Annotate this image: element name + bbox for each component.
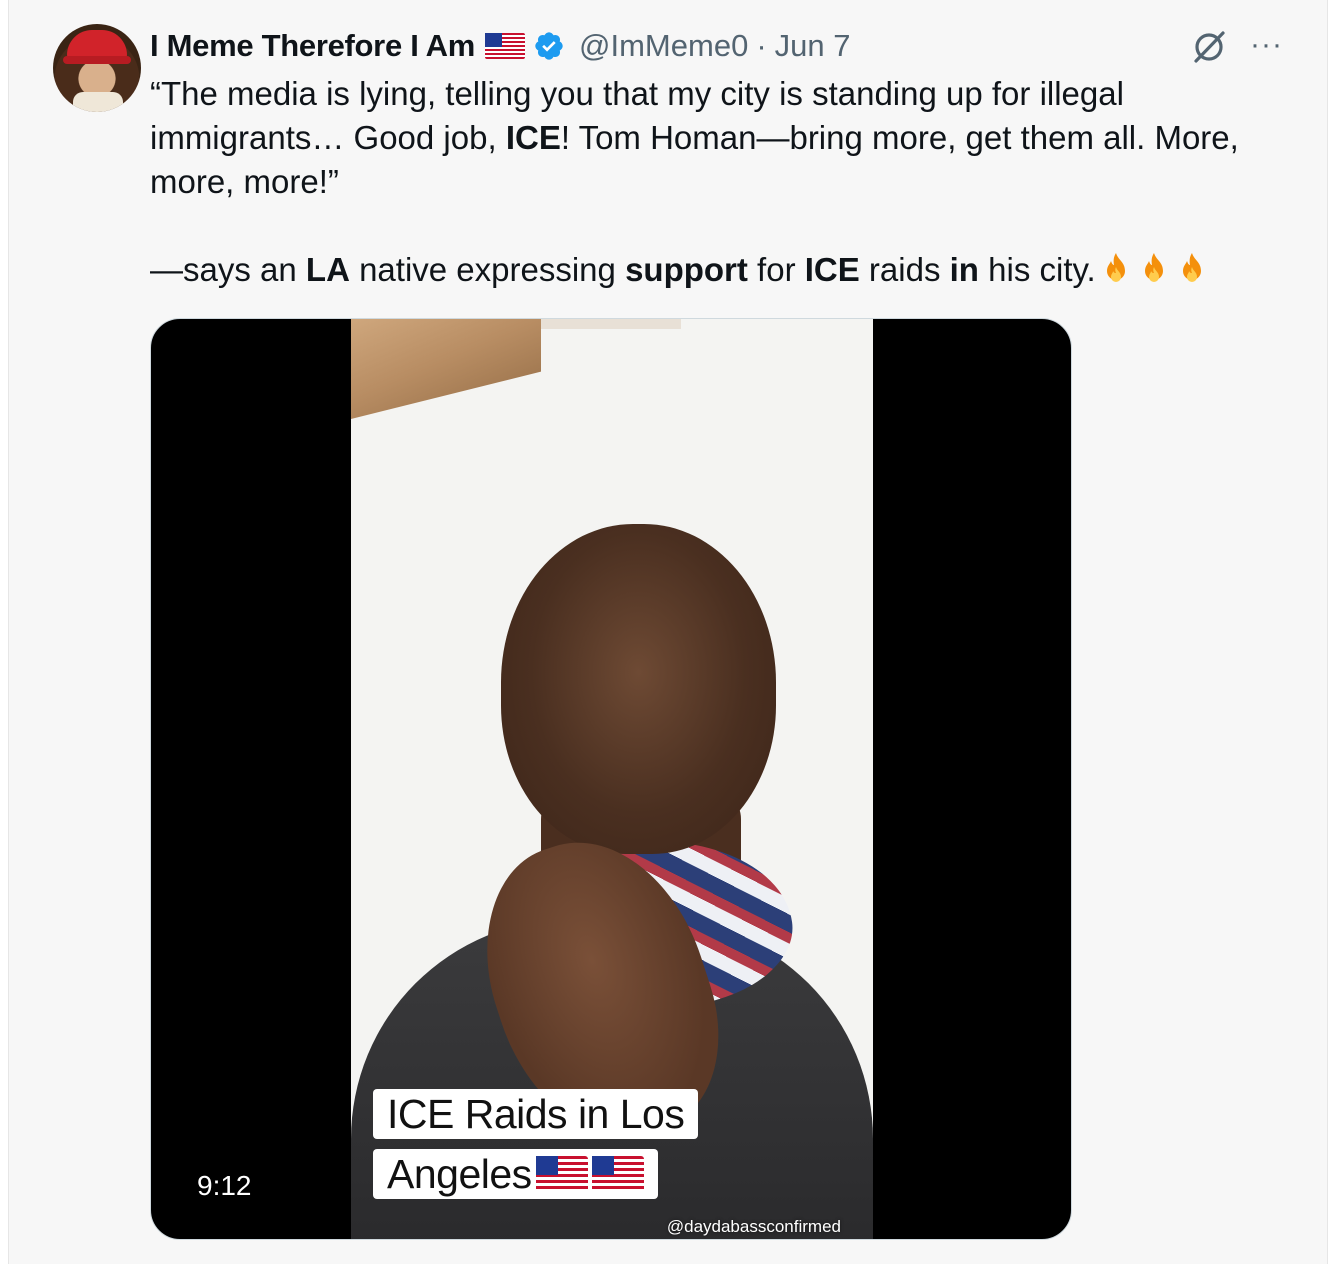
tweet-text: “The media is lying, telling you that my… — [150, 72, 1290, 292]
caption-line-2-text: Angeles — [387, 1151, 532, 1197]
bold-in: in — [949, 251, 979, 288]
fire-emoji-icon — [1182, 253, 1201, 282]
video-caption: ICE Raids in Los Angeles — [373, 1084, 718, 1204]
background-box — [351, 319, 541, 419]
attribution-paragraph: —says an LA native expressing support fo… — [150, 248, 1290, 292]
us-flag-icon — [535, 1156, 588, 1192]
video-player[interactable]: ICE Raids in Los Angeles @daydabassconfi… — [150, 318, 1072, 1240]
video-duration-badge: 9:12 — [179, 1166, 270, 1206]
tweet-header: I Meme Therefore I Am @ImMeme0 · Jun 7 — [150, 26, 850, 66]
author-handle[interactable]: @ImMeme0 — [579, 28, 748, 64]
avatar-hat-brim — [63, 56, 131, 64]
person-head — [501, 524, 776, 854]
video-watermark: @daydabassconfirmed — [666, 1217, 841, 1236]
bold-ice-2: ICE — [804, 251, 860, 288]
author-name[interactable]: I Meme Therefore I Am — [150, 28, 475, 64]
more-options-icon[interactable]: ··· — [1250, 30, 1286, 60]
avatar-collar — [73, 92, 123, 112]
quote-paragraph: “The media is lying, telling you that my… — [150, 72, 1290, 204]
bold-support: support — [625, 251, 748, 288]
caption-line-1: ICE Raids in Los — [373, 1089, 699, 1139]
video-frame: ICE Raids in Los Angeles @daydabassconfi… — [351, 319, 873, 1239]
attribution-native: native expressing — [349, 251, 626, 288]
us-flag-icon — [591, 1156, 644, 1192]
us-flag-icon — [485, 33, 526, 59]
bold-la: LA — [305, 251, 350, 288]
attribution-end: his city. — [978, 251, 1096, 288]
tweet-date[interactable]: Jun 7 — [775, 28, 851, 64]
fire-emoji-icon — [1106, 253, 1125, 282]
attribution-for: for — [747, 251, 805, 288]
grok-icon[interactable] — [1190, 28, 1228, 66]
verified-badge-icon[interactable] — [533, 30, 565, 62]
author-avatar[interactable] — [53, 24, 141, 112]
fire-emoji-icon — [1144, 253, 1163, 282]
separator-dot: · — [756, 28, 767, 63]
attribution-raids: raids — [859, 251, 950, 288]
attribution-start: —says an — [150, 251, 306, 288]
bold-ice: ICE — [505, 119, 561, 156]
caption-line-2: Angeles — [373, 1149, 658, 1199]
